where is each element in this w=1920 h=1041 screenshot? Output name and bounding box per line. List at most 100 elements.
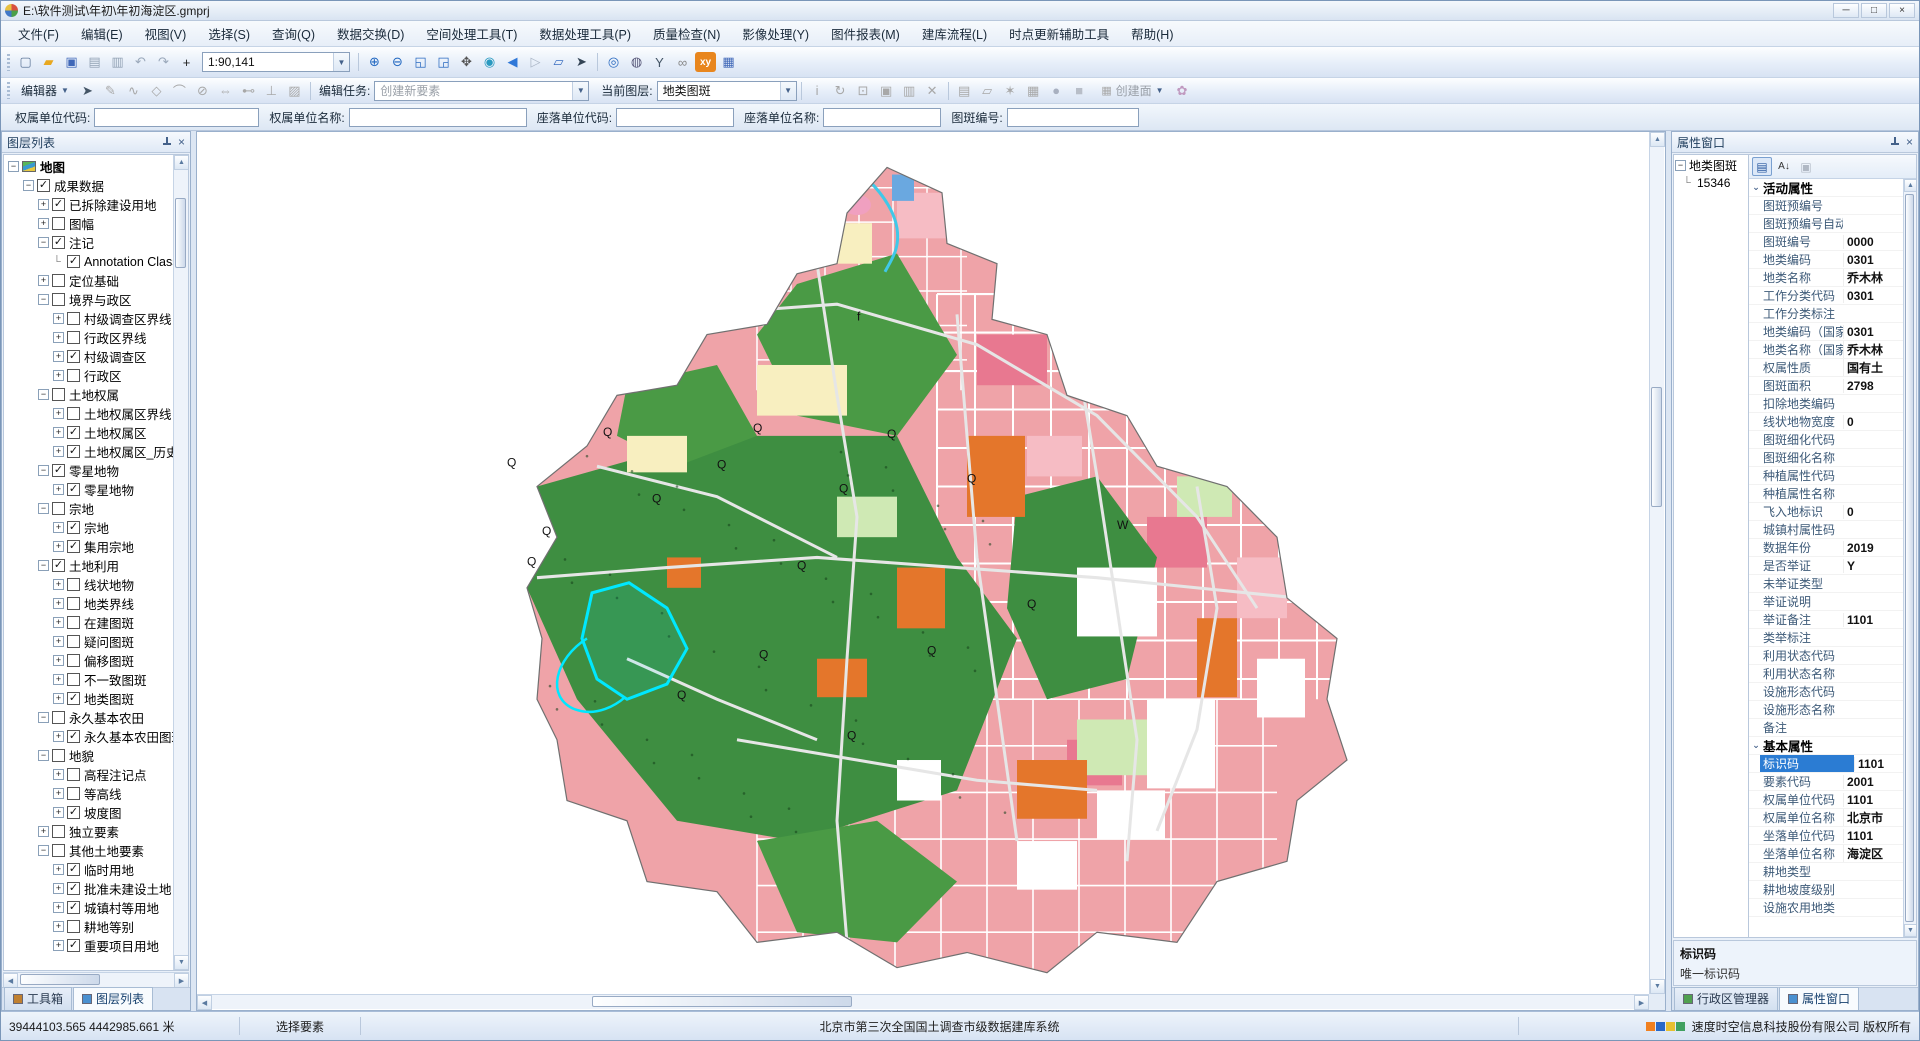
scroll-up-icon[interactable]: ▲ (1650, 132, 1665, 147)
attribute-row[interactable]: 要素代码2001 (1749, 773, 1903, 791)
layer-visibility-checkbox[interactable] (67, 369, 80, 382)
attribute-row[interactable]: 设施形态代码 (1749, 683, 1903, 701)
attribute-row[interactable]: 扣除地类编码 (1749, 395, 1903, 413)
tree-expander-icon[interactable]: + (38, 275, 49, 286)
tree-expander-icon[interactable]: + (53, 636, 64, 647)
copy-feature-icon[interactable]: ▣ (876, 81, 897, 101)
attribute-label[interactable]: 利用状态代码 (1749, 647, 1843, 664)
attribute-value[interactable]: 1101 (1843, 793, 1903, 807)
layer-tree-item[interactable]: −✓土地利用 (4, 556, 173, 575)
layer-tree-item[interactable]: +地类界线 (4, 594, 173, 613)
tree-expander-icon[interactable]: − (38, 294, 49, 305)
layer-tree-item[interactable]: +独立要素 (4, 822, 173, 841)
arc-tool-icon[interactable]: ⌒ (169, 81, 190, 101)
attribute-value[interactable]: 2798 (1843, 379, 1903, 393)
scroll-down-icon[interactable]: ▼ (1650, 979, 1665, 994)
attribute-label[interactable]: 地类名称（国家 (1749, 341, 1843, 358)
tree-expander-icon[interactable]: − (8, 161, 19, 172)
layer-tree-item[interactable]: −地貌 (4, 746, 173, 765)
layer-visibility-checkbox[interactable] (67, 407, 80, 420)
current-layer-combo[interactable]: 地类图斑 ▼ (657, 81, 797, 101)
attribute-row[interactable]: 权属单位名称北京市 (1749, 809, 1903, 827)
attribute-value[interactable]: 0301 (1843, 289, 1903, 303)
scroll-up-icon[interactable]: ▲ (174, 155, 189, 170)
layer-tree-item[interactable]: +✓已拆除建设用地 (4, 195, 173, 214)
open-folder-icon[interactable]: ▰ (38, 52, 59, 72)
attribute-label[interactable]: 未举证类型 (1749, 575, 1843, 592)
copy-icon[interactable]: ▤ (84, 52, 105, 72)
menu-item[interactable]: 数据处理工具(P) (528, 21, 642, 46)
layer-tree-item[interactable]: −土地权属 (4, 385, 173, 404)
attribute-row[interactable]: 飞入地标识0 (1749, 503, 1903, 521)
scale-combo[interactable]: 1:90,141 ▼ (202, 52, 350, 72)
tree-expander-icon[interactable]: − (23, 180, 34, 191)
attribute-label[interactable]: 图斑编号 (1749, 233, 1843, 250)
vertex-tool-icon[interactable]: ⊥ (261, 81, 282, 101)
undo-icon[interactable]: ↶ (130, 52, 151, 72)
close-icon[interactable]: × (178, 136, 185, 148)
layer-tree-item[interactable]: +✓村级调查区 (4, 347, 173, 366)
scroll-right-icon[interactable]: ▶ (174, 973, 189, 988)
layer-visibility-checkbox[interactable] (67, 768, 80, 781)
mirror-tool-icon[interactable]: ⇔ (215, 81, 236, 101)
chevron-down-icon[interactable]: ▼ (333, 53, 349, 71)
save-icon[interactable]: ▣ (61, 52, 82, 72)
layer-tree-item[interactable]: +线状地物 (4, 575, 173, 594)
attribute-row[interactable]: 标识码1101 (1749, 755, 1903, 773)
attribute-brush-icon[interactable]: ✶ (1000, 81, 1021, 101)
tree-expander-icon[interactable]: + (53, 788, 64, 799)
tree-expander-icon[interactable]: + (53, 579, 64, 590)
attribute-label[interactable]: 种植属性代码 (1749, 467, 1843, 484)
layer-tree-item[interactable]: +疑问图斑 (4, 632, 173, 651)
layer-visibility-checkbox[interactable]: ✓ (67, 692, 80, 705)
attribute-label[interactable]: 数据年份 (1749, 539, 1843, 556)
delete-feature-icon[interactable]: ✕ (922, 81, 943, 101)
attribute-label[interactable]: 利用状态名称 (1749, 665, 1843, 682)
attribute-row[interactable]: 举证备注1101 (1749, 611, 1903, 629)
attribute-label[interactable]: 工作分类标注 (1749, 305, 1843, 322)
attribute-row[interactable]: 工作分类代码0301 (1749, 287, 1903, 305)
attribute-label[interactable]: 城镇村属性码 (1749, 521, 1843, 538)
fixed-zoom-out-icon[interactable]: ◲ (433, 52, 454, 72)
attribute-row[interactable]: 城镇村属性码 (1749, 521, 1903, 539)
sketch-panel-icon[interactable]: ▨ (284, 81, 305, 101)
layer-tree-item[interactable]: +定位基础 (4, 271, 173, 290)
tree-expander-icon[interactable]: + (53, 617, 64, 628)
layer-visibility-checkbox[interactable]: ✓ (67, 901, 80, 914)
attribute-row[interactable]: 图斑预编号 (1749, 197, 1903, 215)
attribute-value[interactable]: 国有土 (1843, 359, 1903, 376)
attribute-label[interactable]: 种植属性名称 (1749, 485, 1843, 502)
attribute-label[interactable]: 坐落单位代码 (1749, 827, 1843, 844)
flower-icon[interactable]: ✿ (1172, 81, 1193, 101)
attribute-label[interactable]: 图斑面积 (1749, 377, 1843, 394)
layer-visibility-checkbox[interactable] (52, 711, 65, 724)
layer-visibility-checkbox[interactable]: ✓ (67, 730, 80, 743)
layer-tree-item[interactable]: +不一致图斑 (4, 670, 173, 689)
attribute-label[interactable]: 备注 (1749, 719, 1843, 736)
attribute-label[interactable]: 权属单位名称 (1749, 809, 1843, 826)
menu-item[interactable]: 质量检查(N) (642, 21, 731, 46)
layer-visibility-checkbox[interactable]: ✓ (67, 426, 80, 439)
attribute-row[interactable]: 种植属性代码 (1749, 467, 1903, 485)
attribute-row[interactable]: 利用状态名称 (1749, 665, 1903, 683)
tree-expander-icon[interactable]: + (38, 218, 49, 229)
menu-item[interactable]: 帮助(H) (1120, 21, 1184, 46)
layer-tree-item[interactable]: +✓土地权属区_历史 (4, 442, 173, 461)
scroll-up-icon[interactable]: ▲ (1904, 179, 1916, 192)
layer-tree-item[interactable]: −✓注记 (4, 233, 173, 252)
attributes-scrollbar[interactable]: ▲ ▼ (1903, 179, 1916, 937)
menu-item[interactable]: 时点更新辅助工具 (998, 21, 1120, 46)
layer-tree-item[interactable]: +✓重要项目用地 (4, 936, 173, 955)
tree-expander-icon[interactable]: − (38, 712, 49, 723)
layer-visibility-checkbox[interactable]: ✓ (67, 882, 80, 895)
next-view-icon[interactable]: ▷ (525, 52, 546, 72)
layer-visibility-checkbox[interactable]: ✓ (67, 521, 80, 534)
select-rectangle-icon[interactable]: ▱ (548, 52, 569, 72)
layer-visibility-checkbox[interactable]: ✓ (67, 939, 80, 952)
tree-expander-icon[interactable]: − (38, 560, 49, 571)
layer-visibility-checkbox[interactable] (67, 787, 80, 800)
feature-table-icon[interactable]: ▦ (1023, 81, 1044, 101)
layer-visibility-checkbox[interactable]: ✓ (67, 350, 80, 363)
layer-tree-item[interactable]: +村级调查区界线 (4, 309, 173, 328)
layer-visibility-checkbox[interactable] (67, 578, 80, 591)
